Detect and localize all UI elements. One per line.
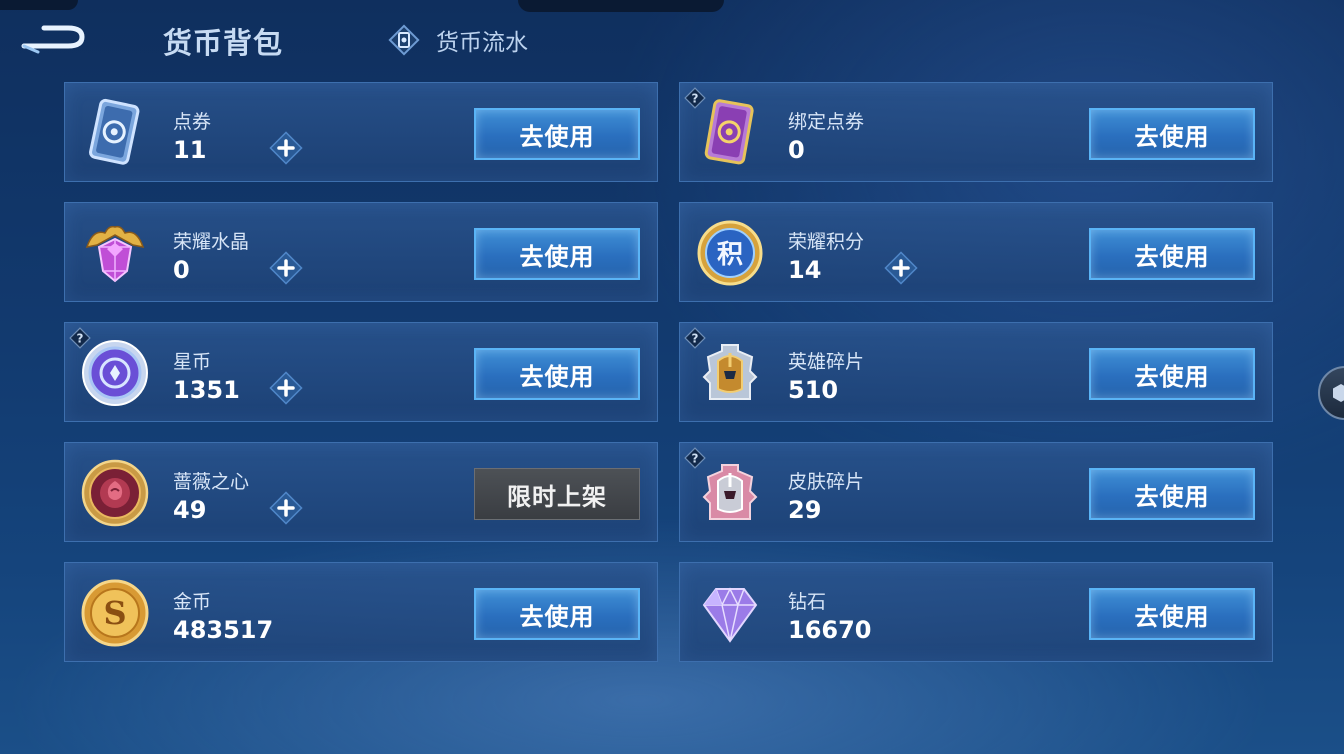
ticket-diamond-icon [384, 20, 424, 60]
glory-points-glyph: 积 [717, 240, 743, 270]
back-arrow-icon [21, 25, 85, 54]
page-title: 货币背包 [163, 26, 284, 60]
currency-card-diamond: 钻石 16670 去使用 [679, 562, 1273, 662]
add-glory-crystal-button[interactable] [269, 251, 303, 285]
add-rose-heart-button[interactable] [269, 491, 303, 525]
use-diamond-button[interactable]: 去使用 [1089, 588, 1255, 640]
use-hero-fragment-button[interactable]: 去使用 [1089, 348, 1255, 400]
hero-fragment-icon [694, 337, 766, 409]
use-gold-coin-button[interactable]: 去使用 [474, 588, 640, 640]
rose-heart-icon [79, 457, 151, 529]
currency-value: 510 [788, 376, 839, 404]
currency-value: 0 [788, 136, 805, 164]
currency-card-hero-fragment: ? 英雄碎片 510 去使用 [679, 322, 1273, 422]
currency-name: 金币 [173, 591, 212, 613]
ticket-icon [79, 97, 151, 169]
side-drawer-handle[interactable] [1318, 366, 1344, 420]
gold-coin-icon: S [79, 577, 151, 649]
tab-currency-flow[interactable]: 货币流水 [384, 20, 528, 60]
currency-value: 0 [173, 256, 190, 284]
add-ticket-button[interactable] [269, 131, 303, 165]
currency-card-bound-ticket: ? 绑定点券 0 去使用 [679, 82, 1273, 182]
status-notch-left [0, 0, 78, 10]
currency-name: 钻石 [788, 591, 827, 613]
plus-icon [269, 131, 303, 165]
status-notch-center [518, 0, 724, 12]
back-button[interactable] [18, 20, 90, 60]
currency-value: 16670 [788, 616, 872, 644]
add-glory-points-button[interactable] [884, 251, 918, 285]
currency-card-skin-fragment: ? 皮肤碎片 29 去使用 [679, 442, 1273, 542]
currency-name: 荣耀积分 [788, 231, 865, 253]
currency-value: 483517 [173, 616, 274, 644]
currency-card-gold-coin: S 金币 483517 去使用 [64, 562, 658, 662]
currency-name: 点券 [173, 111, 212, 133]
bound-ticket-icon [694, 97, 766, 169]
currency-card-star-coin: ? 星币 1351 去使用 [64, 322, 658, 422]
add-star-coin-button[interactable] [269, 371, 303, 405]
plus-icon [269, 251, 303, 285]
use-glory-crystal-button[interactable]: 去使用 [474, 228, 640, 280]
currency-card-glory-points: 积 荣耀积分 14 去使用 [679, 202, 1273, 302]
currency-value: 1351 [173, 376, 240, 404]
currency-name: 荣耀水晶 [173, 231, 250, 253]
currency-name: 绑定点券 [788, 111, 865, 133]
tab-currency-flow-label: 货币流水 [436, 30, 528, 56]
use-star-coin-button[interactable]: 去使用 [474, 348, 640, 400]
diamond-icon [694, 577, 766, 649]
hexagon-icon [1333, 384, 1344, 402]
currency-value: 29 [788, 496, 822, 524]
glory-crystal-icon [79, 217, 151, 289]
glory-points-icon: 积 [694, 217, 766, 289]
currency-card-ticket: 点券 11 去使用 [64, 82, 658, 182]
currency-card-rose-heart: 蔷薇之心 49 限时上架 [64, 442, 658, 542]
plus-icon [269, 371, 303, 405]
currency-name: 皮肤碎片 [788, 471, 865, 493]
use-glory-points-button[interactable]: 去使用 [1089, 228, 1255, 280]
skin-fragment-icon [694, 457, 766, 529]
use-ticket-button[interactable]: 去使用 [474, 108, 640, 160]
currency-name: 星币 [173, 351, 212, 373]
use-skin-fragment-button[interactable]: 去使用 [1089, 468, 1255, 520]
limited-time-badge: 限时上架 [474, 468, 640, 520]
currency-name: 英雄碎片 [788, 351, 865, 373]
currency-value: 14 [788, 256, 822, 284]
plus-icon [884, 251, 918, 285]
plus-icon [269, 491, 303, 525]
use-bound-ticket-button[interactable]: 去使用 [1089, 108, 1255, 160]
currency-value: 49 [173, 496, 207, 524]
star-coin-icon [79, 337, 151, 409]
currency-name: 蔷薇之心 [173, 471, 250, 493]
currency-card-glory-crystal: 荣耀水晶 0 去使用 [64, 202, 658, 302]
currency-value: 11 [173, 136, 207, 164]
gold-coin-glyph: S [103, 594, 126, 632]
